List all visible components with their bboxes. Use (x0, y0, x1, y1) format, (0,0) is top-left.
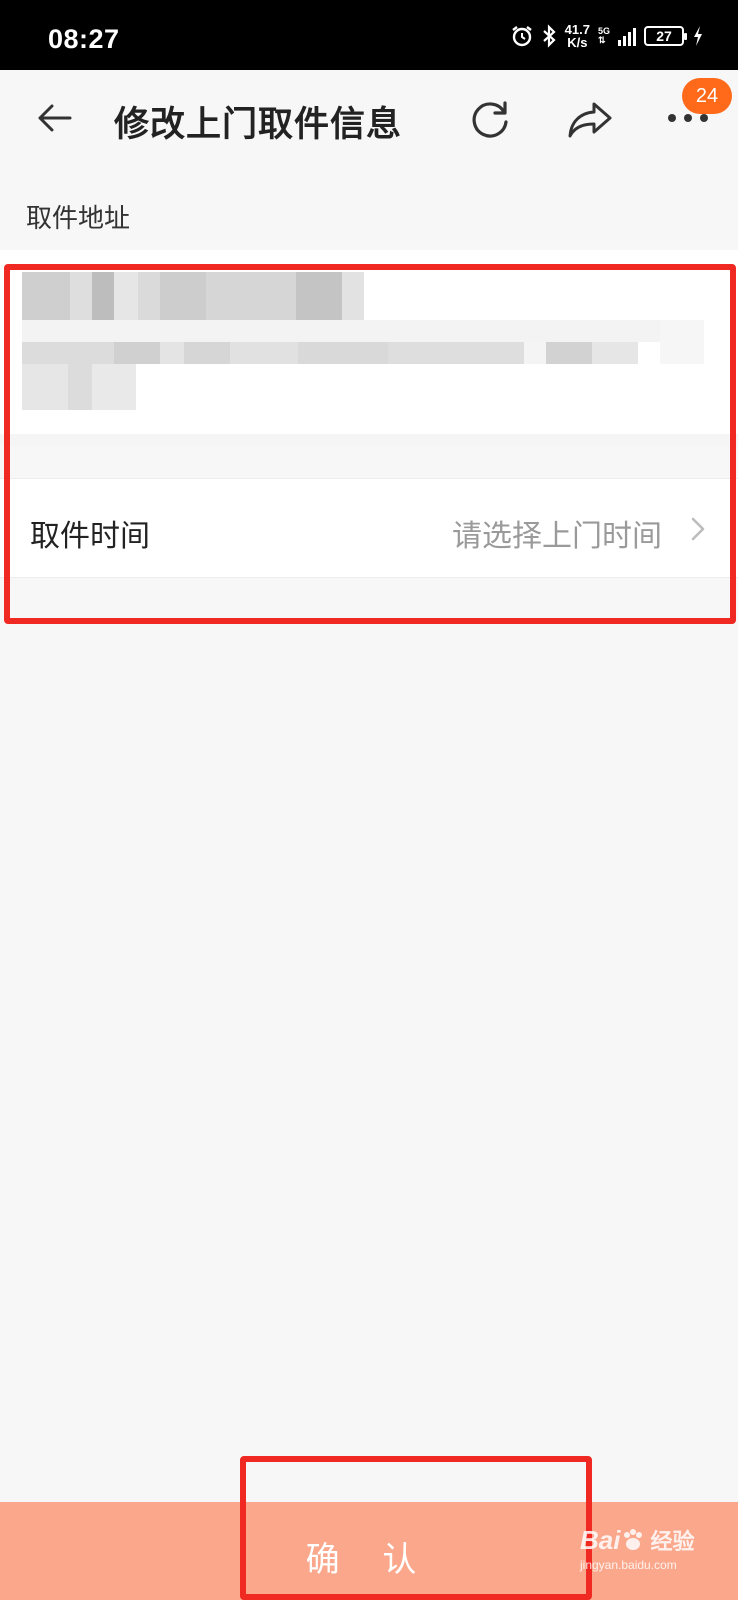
watermark: Bai 经验 jingyan.baidu.com (580, 1524, 730, 1594)
back-arrow-icon[interactable] (34, 98, 74, 138)
net-speed-unit: K/s (567, 35, 588, 50)
status-time: 08:27 (48, 24, 120, 54)
address-section-label: 取件地址 (26, 204, 131, 234)
share-icon[interactable] (566, 98, 614, 142)
bluetooth-icon (542, 24, 556, 48)
network-type: 5G ⇅ (598, 27, 610, 45)
refresh-icon[interactable] (468, 98, 512, 142)
battery-level: 27 (656, 28, 672, 44)
watermark-url: jingyan.baidu.com (580, 1558, 677, 1572)
nav-bar: 修改上门取件信息 24 (0, 70, 738, 166)
battery-icon: 27 (644, 26, 687, 46)
highlight-annotation-form (4, 264, 736, 624)
watermark-brand: Bai (580, 1525, 621, 1555)
charging-icon (694, 26, 702, 46)
paw-icon (624, 1529, 643, 1550)
highlight-annotation-confirm (240, 1456, 592, 1600)
status-icons: 41.7 K/s 5G ⇅ 27 (511, 20, 704, 52)
alarm-icon (511, 26, 532, 47)
data-arrows-icon: ⇅ (597, 35, 606, 45)
status-bar: 08:27 41.7 K/s 5G ⇅ 27 (0, 0, 738, 70)
page-title: 修改上门取件信息 (114, 105, 403, 145)
notification-badge: 24 (682, 78, 732, 114)
signal-icon (618, 26, 636, 46)
net-speed: 41.7 K/s (565, 23, 590, 49)
watermark-cn: 经验 (650, 1530, 695, 1555)
